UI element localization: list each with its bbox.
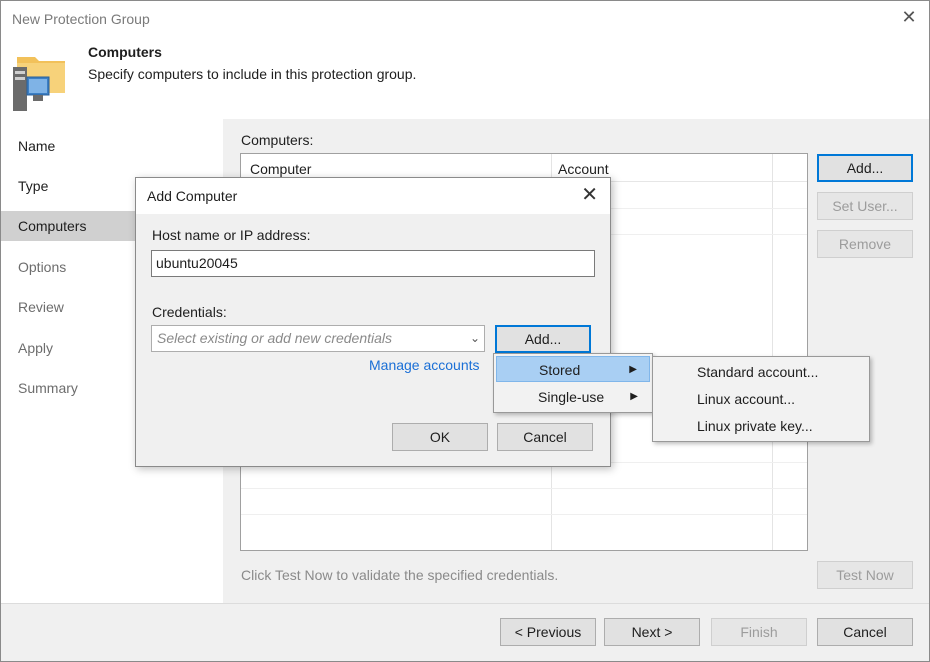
previous-button[interactable]: < Previous bbox=[500, 618, 596, 646]
test-now-button[interactable]: Test Now bbox=[817, 561, 913, 589]
credentials-label: Credentials: bbox=[152, 304, 227, 320]
test-hint: Click Test Now to validate the specified… bbox=[241, 567, 559, 583]
add-computer-dialog: Add Computer ✕ Host name or IP address: … bbox=[135, 177, 611, 467]
menu-item-label: Single-use bbox=[538, 389, 605, 405]
host-input[interactable]: ubuntu20045 bbox=[151, 250, 595, 277]
window-title: New Protection Group bbox=[12, 11, 150, 27]
column-divider bbox=[772, 154, 773, 550]
credentials-placeholder: Select existing or add new credentials bbox=[157, 330, 393, 346]
header-subtitle: Specify computers to include in this pro… bbox=[88, 66, 417, 82]
next-button[interactable]: Next > bbox=[604, 618, 700, 646]
dialog-titlebar: Add Computer ✕ bbox=[136, 178, 610, 214]
folder-computer-icon bbox=[13, 57, 65, 111]
menu-item-standard-account[interactable]: Standard account... bbox=[655, 359, 867, 385]
new-protection-group-window: New Protection Group ✕ Computers Specify… bbox=[0, 0, 930, 662]
computers-label: Computers: bbox=[241, 132, 314, 148]
chevron-down-icon[interactable]: ⌄ bbox=[470, 326, 480, 351]
finish-button[interactable]: Finish bbox=[711, 618, 807, 646]
header-title: Computers bbox=[88, 44, 162, 60]
credentials-select[interactable]: Select existing or add new credentials ⌄ bbox=[151, 325, 485, 352]
menu-item-stored[interactable]: Stored ▶ bbox=[496, 356, 650, 382]
menu-item-single-use[interactable]: Single-use ▶ bbox=[496, 384, 650, 410]
add-credentials-menu: Stored ▶ Single-use ▶ bbox=[493, 353, 653, 413]
add-computer-button[interactable]: Add... bbox=[817, 154, 913, 182]
chevron-right-icon: ▶ bbox=[630, 391, 638, 402]
stored-credentials-submenu: Standard account... Linux account... Lin… bbox=[652, 356, 870, 442]
add-credentials-button[interactable]: Add... bbox=[495, 325, 591, 353]
close-icon[interactable]: ✕ bbox=[899, 7, 919, 27]
sidebar-item-name[interactable]: Name bbox=[1, 131, 223, 161]
manage-accounts-link[interactable]: Manage accounts bbox=[369, 357, 480, 373]
set-user-button[interactable]: Set User... bbox=[817, 192, 913, 220]
dialog-title: Add Computer bbox=[147, 188, 238, 204]
cancel-button[interactable]: Cancel bbox=[817, 618, 913, 646]
menu-item-linux-private-key[interactable]: Linux private key... bbox=[655, 413, 867, 439]
chevron-right-icon: ▶ bbox=[629, 364, 637, 375]
remove-button[interactable]: Remove bbox=[817, 230, 913, 258]
ok-button[interactable]: OK bbox=[392, 423, 488, 451]
column-header-account[interactable]: Account bbox=[558, 161, 609, 177]
dialog-cancel-button[interactable]: Cancel bbox=[497, 423, 593, 451]
column-header-computer[interactable]: Computer bbox=[250, 161, 311, 177]
row-divider bbox=[241, 514, 807, 515]
menu-item-linux-account[interactable]: Linux account... bbox=[655, 386, 867, 412]
close-icon[interactable]: ✕ bbox=[581, 184, 598, 206]
menu-item-label: Stored bbox=[539, 362, 581, 378]
host-label: Host name or IP address: bbox=[152, 227, 311, 243]
row-divider bbox=[241, 488, 807, 489]
